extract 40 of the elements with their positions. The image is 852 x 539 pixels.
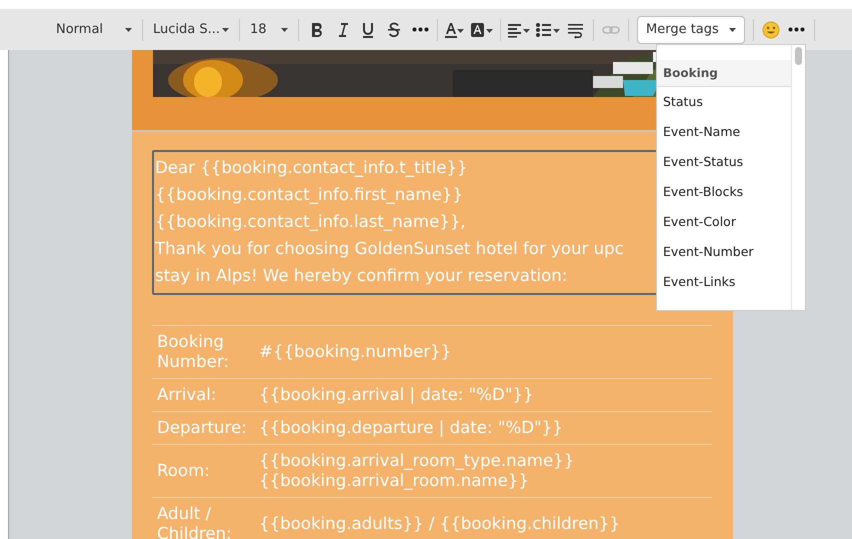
caret-icon: [125, 28, 132, 32]
menu-item[interactable]: Event-Number: [657, 237, 793, 267]
detail-label: Adult / Children:: [152, 498, 254, 539]
menu-group-header: Booking: [657, 60, 792, 87]
menu-item[interactable]: Event-Name: [657, 117, 793, 147]
detail-value: {{booking.arrival_room_type.name}} {{booking.arrival_room.name}}: [254, 444, 712, 498]
greeting-line: {{booking.contact_info.last_name}},: [155, 212, 466, 231]
menu-item[interactable]: Status: [657, 87, 793, 117]
bullet-list-icon: [535, 20, 561, 38]
font-select[interactable]: Lucida S...: [147, 16, 235, 44]
detail-label: Arrival:: [152, 378, 254, 412]
detail-label: Room:: [152, 444, 254, 498]
smiley-icon: [762, 20, 780, 38]
size-select[interactable]: 18: [244, 16, 294, 44]
detail-label: Booking Number:: [152, 326, 254, 378]
detail-value: {{booking.departure | date: "%D"}}: [254, 412, 712, 444]
greeting-line: Dear {{booking.contact_info.t_title}}: [155, 158, 468, 177]
more-icon: [412, 27, 428, 32]
highlight-icon: [470, 20, 494, 38]
menu-item[interactable]: Event-Status: [657, 147, 793, 177]
menu-item[interactable]: Event-Blocks: [657, 177, 793, 207]
detail-label: Departure:: [152, 412, 254, 444]
caret-icon: [222, 28, 229, 32]
caret-icon: [281, 28, 288, 32]
detail-value: {{booking.adults}} / {{booking.children}}: [254, 498, 712, 539]
detail-value: #{{booking.number}}: [254, 326, 712, 378]
style-select[interactable]: Normal: [50, 16, 138, 44]
underline-icon: [360, 20, 376, 38]
merge-tags-button[interactable]: Merge tags: [637, 16, 745, 44]
greeting-line: {{booking.contact_info.first_name}}: [155, 185, 463, 204]
menu-item[interactable]: Event-Links: [657, 267, 793, 297]
strikethrough-icon: [386, 20, 402, 38]
more-icon: [788, 27, 806, 32]
detail-value: {{booking.arrival | date: "%D"}}: [254, 378, 712, 412]
text-color-icon: [444, 20, 466, 38]
caret-icon: [728, 28, 736, 32]
greeting-line: Thank you for choosing GoldenSunset hotel for your upc: [155, 239, 624, 258]
greeting-line: stay in Alps! We hereby confirm your reservation:: [155, 266, 568, 285]
scrollbar[interactable]: [791, 45, 805, 310]
menu-item[interactable]: Event-Color: [657, 207, 793, 237]
